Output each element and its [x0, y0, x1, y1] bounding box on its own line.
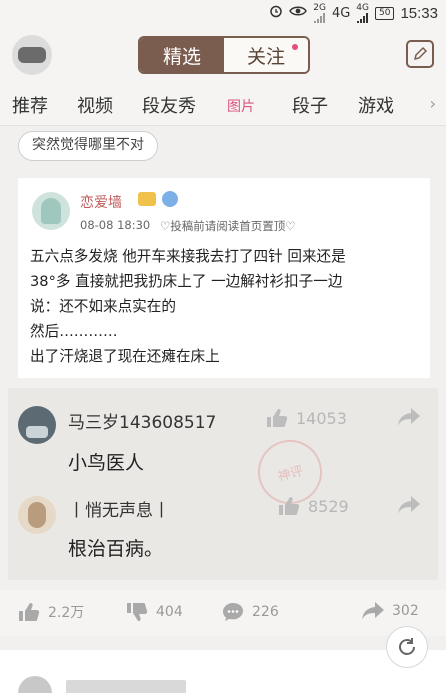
network-2g: 2G: [313, 2, 326, 23]
tab-games[interactable]: 游戏: [358, 92, 394, 118]
commenter-avatar[interactable]: [18, 406, 56, 444]
comment-icon: [223, 603, 243, 621]
topic-chip[interactable]: 突然觉得哪里不对: [18, 131, 158, 161]
next-post-avatar: [18, 676, 52, 693]
commenter-name[interactable]: 丨悄无声息丨: [68, 496, 170, 521]
network-4g-label: 4G: [331, 5, 351, 21]
comment-button[interactable]: 226: [222, 602, 279, 622]
screen: 2G 4G 4G 50 15:33 精选 关注 推荐 视频 段友秀 图片 段子: [0, 0, 446, 693]
alarm-icon: [269, 4, 283, 22]
commenter-avatar[interactable]: [18, 496, 56, 534]
network-4g: 4G: [356, 2, 369, 23]
comment-text: 小鸟医人: [68, 452, 145, 474]
hot-comments: 神评 马三岁143608517 14053 小鸟医人 丨悄无声息丨 8529 根…: [8, 388, 438, 580]
network-4g-small-label: 4G: [356, 2, 369, 13]
share-button[interactable]: 302: [362, 602, 419, 620]
tab-fans-show[interactable]: 段友秀: [142, 92, 196, 118]
post-line: 然后…………: [30, 323, 118, 340]
post-date: 08-08 18:30: [80, 218, 151, 232]
post-author-name[interactable]: 恋爱墙: [80, 192, 122, 212]
post-line: 说：还不如来点实在的: [30, 298, 176, 315]
share-icon: [362, 602, 384, 620]
tab-images[interactable]: 图片: [227, 96, 255, 116]
comment-like-button[interactable]: 8529: [278, 496, 349, 516]
network-2g-label: 2G: [313, 2, 326, 13]
refresh-icon[interactable]: [386, 626, 428, 668]
dislike-button[interactable]: 404: [126, 602, 183, 622]
next-post-preview[interactable]: [0, 650, 446, 693]
comment-like-button[interactable]: 14053: [266, 408, 347, 428]
post-line: 38°多 直接就把我扔床上了 一边解衬衫扣子一边: [30, 273, 343, 290]
share-icon[interactable]: [398, 408, 420, 430]
feed-switch: 精选 关注: [138, 36, 310, 74]
like-button[interactable]: 2.2万: [18, 602, 84, 622]
notification-dot: [292, 44, 298, 50]
app-header: 精选 关注: [0, 26, 446, 84]
tab-following-label: 关注: [246, 45, 285, 68]
tab-following[interactable]: 关注: [224, 38, 308, 72]
comment-like-count: 14053: [296, 408, 347, 428]
post-actions: 2.2万 404 226 302: [0, 590, 446, 636]
status-time: 15:33: [400, 4, 438, 22]
post-card: 恋爱墙 08-08 18:30 ♡投稿前请阅读首页置顶♡ 五六点多发烧 他开车来…: [18, 178, 430, 378]
post-author-avatar[interactable]: [32, 192, 70, 230]
category-tabs: 推荐 视频 段友秀 图片 段子 游戏 ›: [0, 84, 446, 126]
post-line: 出了汗烧退了现在还瘫在床上: [30, 348, 220, 365]
tab-featured[interactable]: 精选: [140, 38, 224, 72]
eye-icon: [289, 5, 308, 21]
status-bar: 2G 4G 4G 50 15:33: [0, 0, 446, 26]
share-count: 302: [392, 603, 419, 619]
battery-icon: 50: [375, 6, 395, 20]
dislike-count: 404: [156, 604, 183, 620]
thumb-up-icon: [279, 497, 300, 515]
wings-badge-icon: [162, 191, 178, 207]
chevron-right-icon[interactable]: ›: [430, 94, 436, 113]
edit-icon[interactable]: [406, 40, 434, 68]
user-avatar[interactable]: [12, 35, 52, 75]
post-line: 五六点多发烧 他开车来接我去打了四针 回来还是: [30, 248, 346, 265]
comment-like-count: 8529: [308, 496, 349, 516]
crown-badge-icon: [138, 192, 156, 206]
tab-recommend[interactable]: 推荐: [12, 92, 48, 118]
next-post-author-placeholder: [66, 680, 186, 693]
tab-video[interactable]: 视频: [77, 92, 113, 118]
comment-count: 226: [252, 604, 279, 620]
thumb-down-icon: [127, 603, 148, 621]
post-author-note: ♡投稿前请阅读首页置顶♡: [160, 219, 296, 233]
thumb-up-icon: [19, 603, 40, 621]
share-icon[interactable]: [398, 496, 420, 518]
like-count: 2.2万: [48, 605, 85, 621]
thumb-up-icon: [267, 409, 288, 427]
commenter-name[interactable]: 马三岁143608517: [68, 408, 216, 433]
tab-jokes[interactable]: 段子: [292, 92, 328, 118]
post-body[interactable]: 五六点多发烧 他开车来接我去打了四针 回来还是 38°多 直接就把我扔床上了 一…: [30, 244, 422, 369]
comment-text: 根治百病。: [68, 538, 164, 560]
battery-level: 50: [379, 7, 391, 18]
